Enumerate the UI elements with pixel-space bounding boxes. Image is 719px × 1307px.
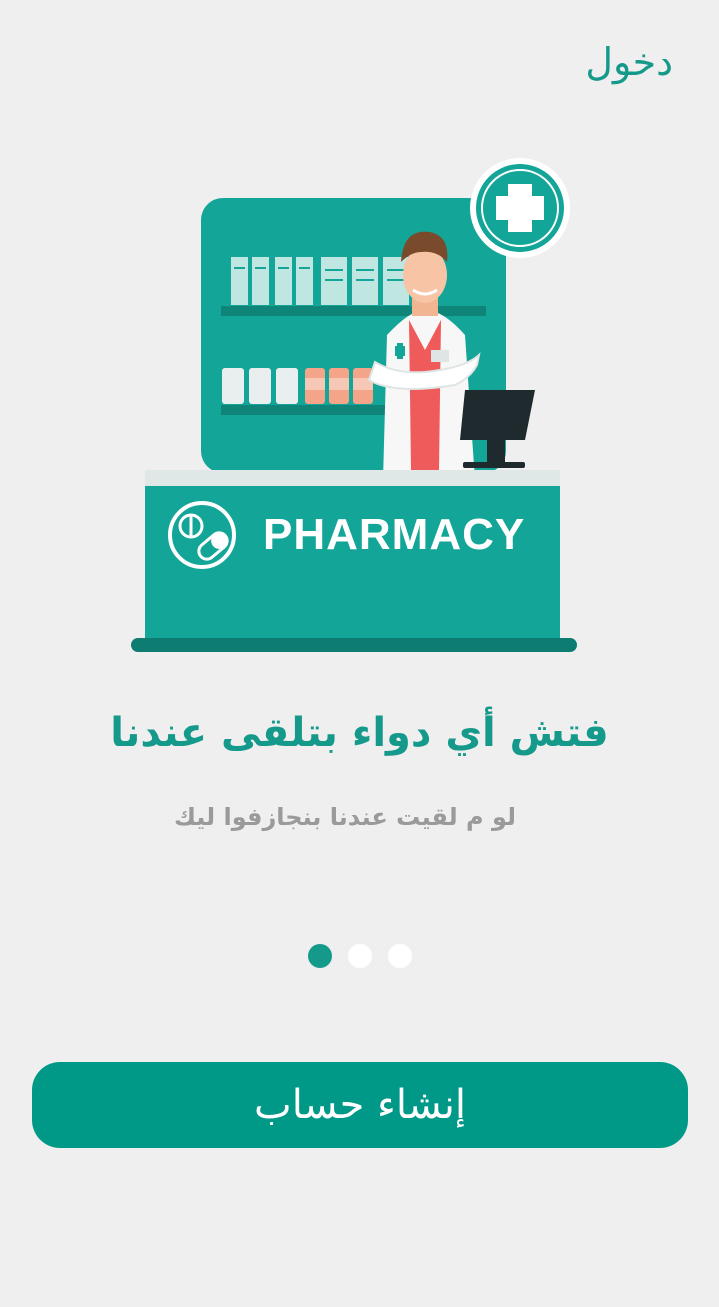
pharmacy-illustration: PHARMACY [125, 150, 585, 660]
page-dot-1[interactable] [307, 944, 332, 968]
login-link[interactable]: دخول [585, 40, 673, 84]
pharmacy-sign-text: PHARMACY [263, 510, 526, 559]
create-account-button[interactable]: إنشاء حساب [32, 1062, 688, 1148]
page-indicator [0, 944, 719, 968]
page-dot-2[interactable] [347, 944, 372, 968]
onboarding-title: فتش أي دواء بتلقى عندنا [110, 710, 609, 756]
onboarding-subtitle: لو م لقيت عندنا بنجازفوا ليك [173, 803, 517, 831]
page-dot-3[interactable] [387, 944, 412, 968]
